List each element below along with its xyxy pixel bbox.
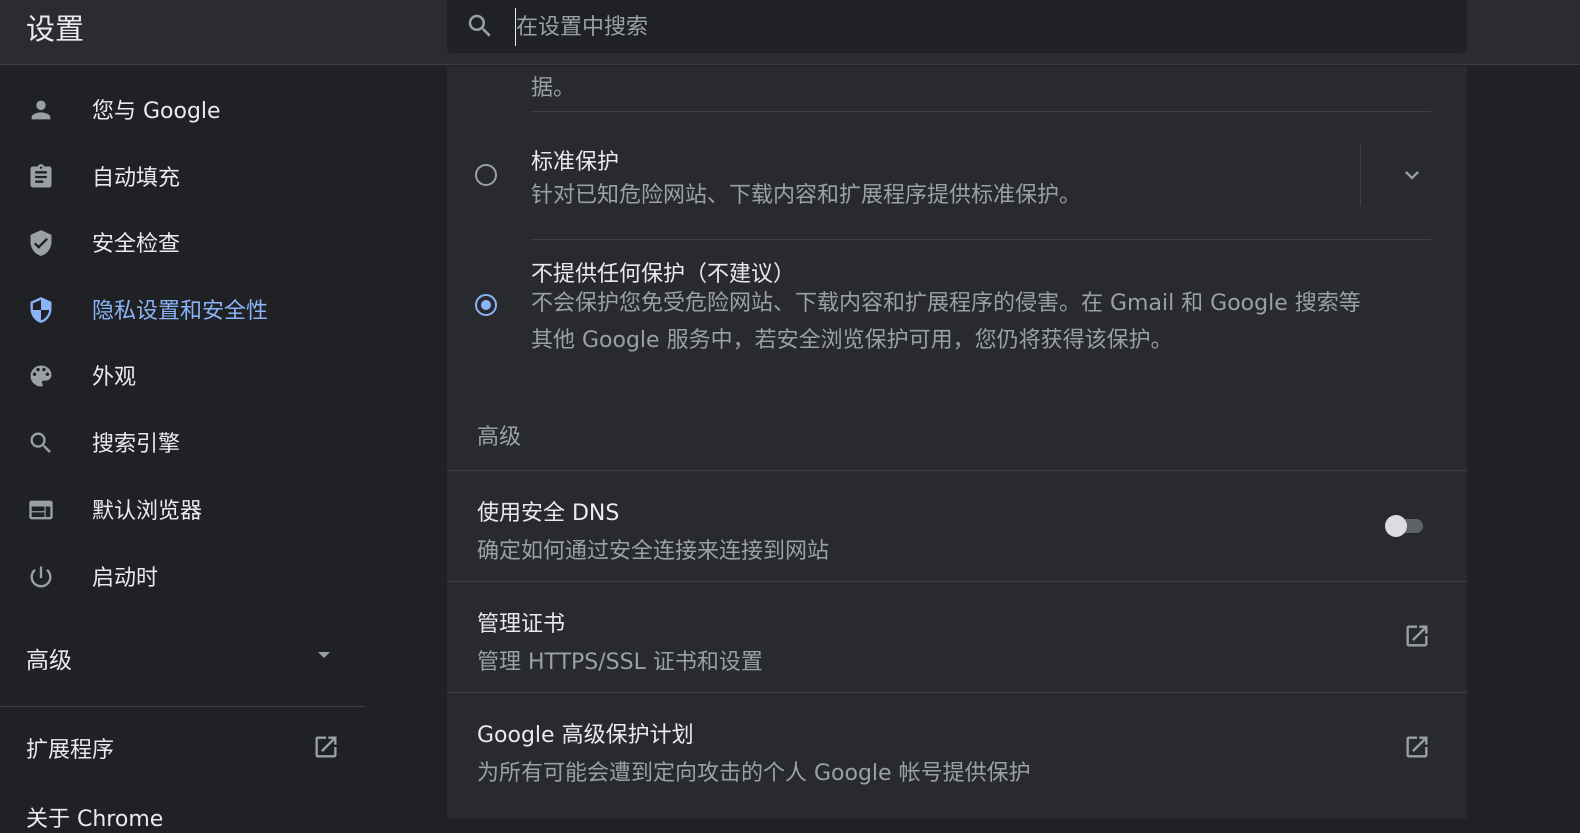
radio-button-selected[interactable] — [475, 294, 497, 316]
right-gutter — [1467, 66, 1580, 818]
search-icon — [30, 432, 51, 453]
setting-description: 确定如何通过安全连接来连接到网站 — [477, 539, 830, 564]
setting-description: 管理 HTTPS/SSL 证书和设置 — [477, 650, 763, 675]
option-title: 标准保护 — [531, 150, 620, 175]
option-title: 不提供任何保护（不建议） — [531, 262, 796, 287]
header-bar: 设置 — [0, 0, 1580, 65]
search-icon — [468, 14, 491, 37]
radio-option-no-protection[interactable]: 不提供任何保护（不建议） 不会保护您免受危险网站、下载内容和扩展程序的侵害。在 … — [447, 240, 1467, 370]
sidebar-item-label: 隐私设置和安全性 — [92, 299, 269, 324]
sidebar-divider — [0, 706, 365, 707]
sidebar-item-label: 外观 — [92, 365, 137, 390]
sidebar-item-default-browser[interactable]: 默认浏览器 — [0, 480, 365, 540]
secure-dns-toggle[interactable] — [1385, 515, 1423, 537]
sidebar-item-extensions[interactable]: 扩展程序 — [0, 720, 365, 776]
chevron-down-icon[interactable] — [1398, 161, 1426, 189]
open-in-new-icon — [315, 736, 337, 758]
dropdown-arrow-icon — [318, 652, 330, 658]
power-icon — [30, 566, 52, 588]
search-box[interactable] — [447, 0, 1467, 53]
sidebar-item-label: 启动时 — [92, 566, 159, 591]
shield-half-icon — [30, 297, 52, 323]
sidebar-item-label: 搜索引擎 — [92, 432, 181, 457]
open-in-new-icon[interactable] — [1403, 622, 1431, 650]
toggle-knob — [1385, 515, 1407, 537]
sidebar-item-label: 自动填充 — [92, 166, 181, 191]
setting-manage-certificates[interactable]: 管理证书 管理 HTTPS/SSL 证书和设置 — [447, 582, 1467, 692]
page-title: 设置 — [26, 12, 85, 46]
search-input[interactable] — [515, 8, 1418, 46]
vertical-separator — [1360, 144, 1361, 206]
sidebar-item-label: 默认浏览器 — [92, 499, 203, 524]
radio-option-standard-protection[interactable]: 标准保护 针对已知危险网站、下载内容和扩展程序提供标准保护。 — [447, 112, 1467, 239]
privacy-settings-card: 据。 标准保护 针对已知危险网站、下载内容和扩展程序提供标准保护。 不提供任何保… — [447, 66, 1467, 818]
sidebar-item-you-and-google[interactable]: 您与 Google — [0, 80, 365, 140]
sidebar-advanced-toggle[interactable]: 高级 — [0, 626, 365, 686]
extensions-label: 扩展程序 — [26, 738, 115, 763]
palette-icon — [30, 365, 52, 387]
setting-title: 使用安全 DNS — [477, 501, 620, 526]
sidebar-item-label: 您与 Google — [92, 99, 221, 124]
browser-icon — [29, 500, 53, 520]
sidebar-item-safety-check[interactable]: 安全检查 — [0, 213, 365, 273]
setting-description: 为所有可能会遭到定向攻击的个人 Google 帐号提供保护 — [477, 761, 1031, 786]
advanced-label: 高级 — [26, 648, 72, 674]
previous-option-description: 据。 — [531, 76, 576, 101]
option-description-line1: 不会保护您免受危险网站、下载内容和扩展程序的侵害。在 Gmail 和 Googl… — [531, 291, 1361, 316]
setting-secure-dns[interactable]: 使用安全 DNS 确定如何通过安全连接来连接到网站 — [447, 471, 1467, 581]
sidebar-item-search-engine[interactable]: 搜索引擎 — [0, 413, 365, 473]
sidebar-item-autofill[interactable]: 自动填充 — [0, 147, 365, 207]
clipboard-icon — [30, 164, 52, 188]
option-description-line2: 其他 Google 服务中，若安全浏览保护可用，您仍将获得该保护。 — [531, 328, 1173, 353]
setting-title: 管理证书 — [477, 612, 566, 637]
sidebar-item-about-chrome[interactable]: 关于 Chrome — [26, 801, 163, 833]
setting-title: Google 高级保护计划 — [477, 723, 694, 748]
sidebar: 您与 Google 自动填充 安全检查 隐私设置和安全性 外观 搜索引擎 默认浏… — [0, 66, 365, 832]
sidebar-item-privacy-security[interactable]: 隐私设置和安全性 — [0, 280, 365, 340]
open-in-new-icon[interactable] — [1403, 733, 1431, 761]
radio-button[interactable] — [475, 164, 497, 186]
person-icon — [31, 100, 51, 120]
sidebar-item-on-startup[interactable]: 启动时 — [0, 547, 365, 607]
option-description: 针对已知危险网站、下载内容和扩展程序提供标准保护。 — [531, 183, 1082, 208]
shield-check-icon — [30, 230, 52, 256]
sidebar-item-appearance[interactable]: 外观 — [0, 346, 365, 406]
setting-advanced-protection-program[interactable]: Google 高级保护计划 为所有可能会遭到定向攻击的个人 Google 帐号提… — [447, 693, 1467, 803]
sidebar-item-label: 安全检查 — [92, 232, 181, 257]
advanced-section-heading: 高级 — [477, 425, 522, 450]
